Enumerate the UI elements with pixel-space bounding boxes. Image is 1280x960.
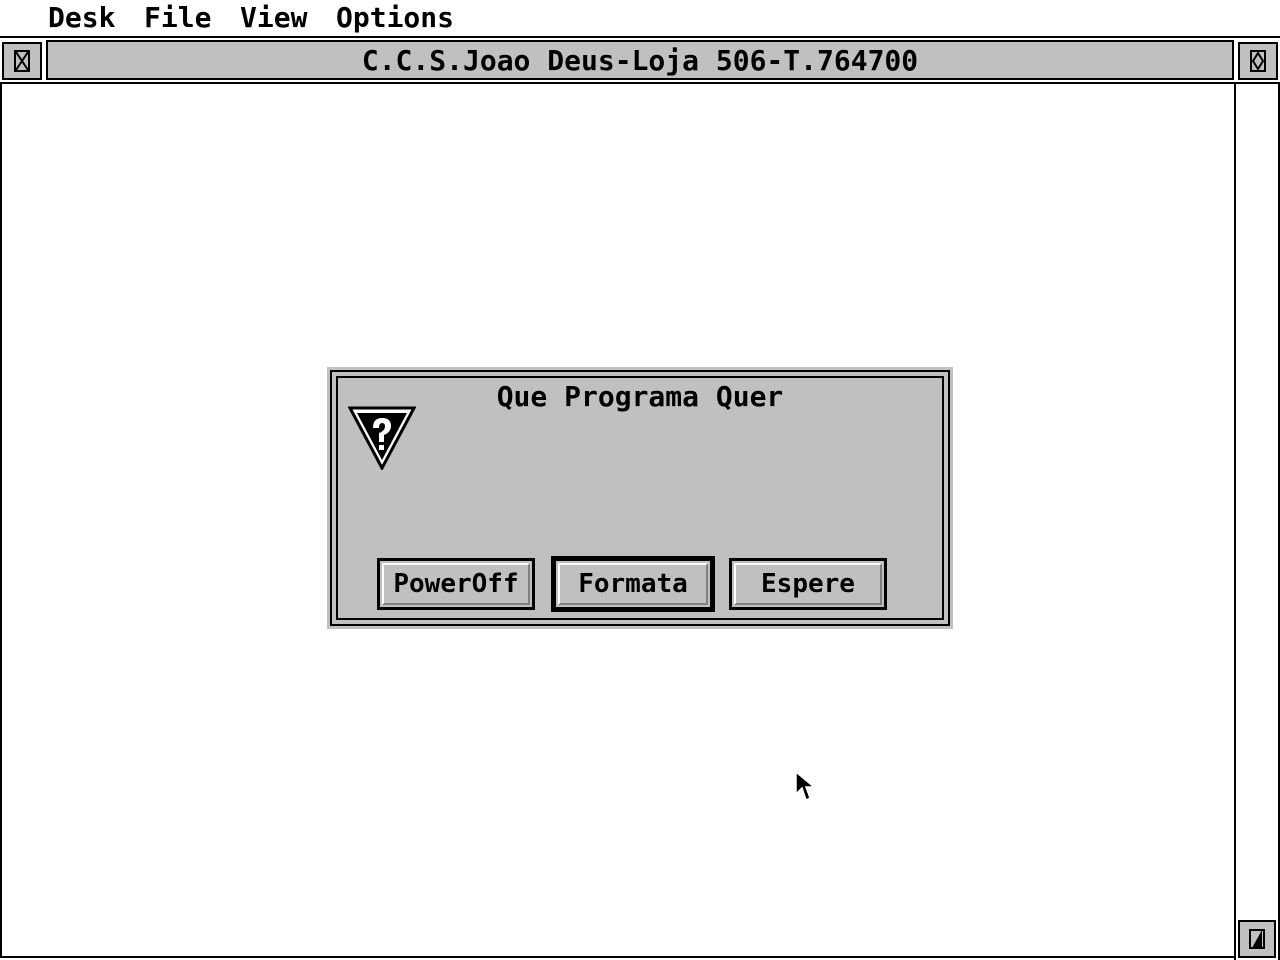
dialog-title: Que Programa Quer — [496, 380, 784, 413]
poweroff-button-label: PowerOff — [393, 569, 519, 599]
menu-bar: Desk File View Options — [0, 0, 1280, 38]
question-icon — [348, 406, 416, 470]
mouse-pointer-icon — [795, 770, 816, 802]
espere-button[interactable]: Espere — [729, 558, 887, 610]
fuller-icon — [1250, 50, 1266, 72]
window-title-bar[interactable]: C.C.S.Joao Deus-Loja 506-T.764700 — [0, 38, 1280, 84]
poweroff-button[interactable]: PowerOff — [377, 558, 535, 610]
menu-options[interactable]: Options — [336, 2, 454, 34]
formata-button-label: Formata — [578, 569, 688, 599]
menu-view[interactable]: View — [240, 2, 307, 34]
alert-dialog: Que Programa Quer PowerOff Formata Esper… — [327, 367, 953, 629]
window-title: C.C.S.Joao Deus-Loja 506-T.764700 — [361, 43, 919, 77]
window-close-button[interactable] — [2, 42, 42, 80]
window-size-button[interactable] — [1238, 920, 1276, 958]
formata-button[interactable]: Formata — [551, 556, 715, 612]
close-icon — [14, 50, 30, 72]
desktop-screen: Desk File View Options C.C.S.Joao Deus-L… — [0, 0, 1280, 960]
resize-icon — [1249, 929, 1265, 949]
espere-button-label: Espere — [761, 569, 855, 599]
menu-desk[interactable]: Desk — [48, 2, 115, 34]
window-fuller-button[interactable] — [1238, 42, 1278, 80]
window-title-area[interactable]: C.C.S.Joao Deus-Loja 506-T.764700 — [46, 40, 1234, 80]
vertical-scrollbar[interactable] — [1234, 84, 1280, 960]
menu-file[interactable]: File — [144, 2, 211, 34]
